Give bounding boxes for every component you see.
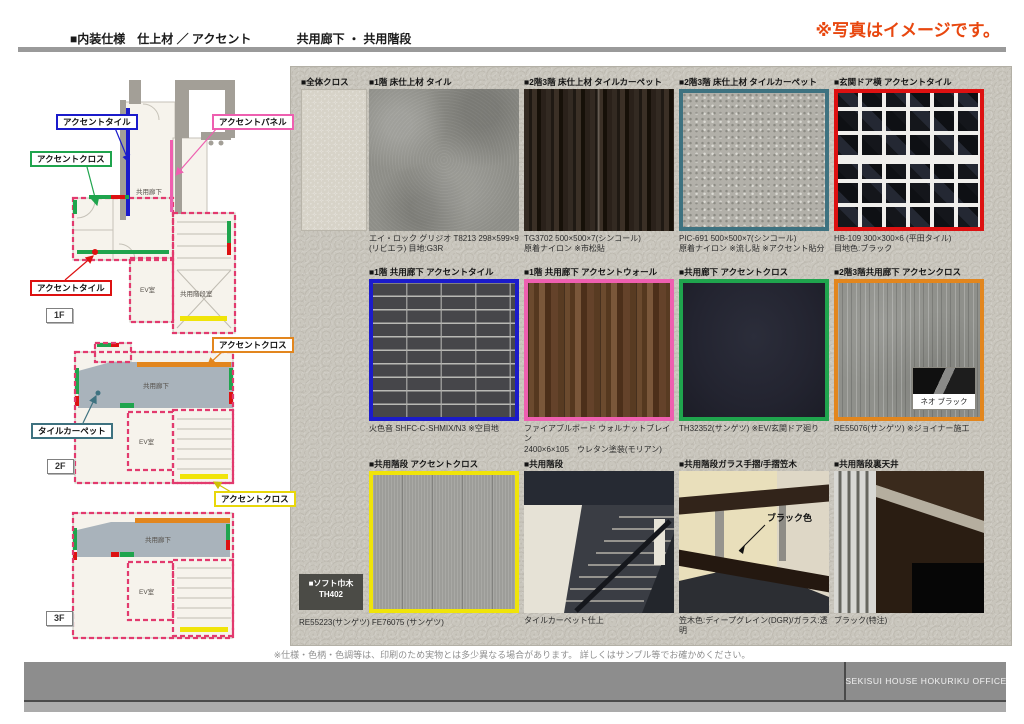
swatch-header: ■全体クロス — [301, 77, 367, 89]
handrail-illustration: ブラック色 — [679, 471, 829, 613]
callout-tile-carpet: タイルカーペット — [31, 423, 113, 439]
photo-stair-ceiling — [834, 471, 984, 613]
floor-label-2f: 2F — [47, 459, 74, 474]
swatch-overall-cloth — [301, 89, 367, 231]
floor-plan-3f: 共用廊下 EV室 — [25, 508, 275, 655]
swatch-header: ■共用階段 アクセントクロス — [369, 459, 519, 471]
swatch-cell-handrail-photo: ■共用階段ガラス手摺/手摺笠木 ブラック色 笠木色:ディープグレイン(DGR)/… — [679, 459, 829, 637]
page-title-text: ■内装仕様 仕上材 ／ アクセント — [70, 32, 251, 46]
swatch-header: ■2階3階 床仕上材 タイルカーペット — [524, 77, 674, 89]
swatch-cell-2f3f-accent-cloth: ■2階3階共用廊下 アクセンクロス ネオ ブラック RE55076(サンゲツ) … — [834, 267, 984, 434]
callout-accent-cloth-orange: アクセントクロス — [212, 337, 294, 353]
accent-cloth-line-orange — [137, 362, 231, 367]
callout-accent-cloth-green: アクセントクロス — [30, 151, 112, 167]
swatch-header: ■1階 共用廊下 アクセントウォール — [524, 267, 674, 279]
swatch-caption: 笠木色:ディープグレイン(DGR)/ガラス:透明 — [679, 616, 829, 637]
swatch-header: ■玄関ドア横 アクセントタイル — [834, 77, 984, 89]
swatch-entrance-accent-tile — [834, 89, 984, 231]
swatch-cell-corridor-accent-wall: ■1階 共用廊下 アクセントウォール ファイアブルボード ウォルナットブレイン … — [524, 267, 674, 455]
swatch-caption: タイルカーペット仕上 — [524, 616, 674, 626]
header-divider — [18, 47, 1006, 52]
room-label-corridor-3f: 共用廊下 — [145, 535, 172, 544]
joiner-inset: ネオ ブラック — [913, 368, 975, 409]
callout-accent-cloth-yellow: アクセントクロス — [214, 491, 296, 507]
swatch-caption: エイ・ロック グリジオ T8213 298×599×9 (リビエラ) 目地:G3… — [369, 234, 519, 255]
room-label-ev-1f: EV室 — [140, 285, 156, 294]
room-label-ev-3f: EV室 — [139, 587, 155, 596]
photo-stairs — [524, 471, 674, 613]
soft-skirting-box: ■ソフト巾木 TH402 — [299, 574, 363, 610]
accent-panel-line-pink — [170, 140, 173, 212]
swatch-caption: PIC-691 500×500×7(シンコール) 原着ナイロン ※流し貼 ※アク… — [679, 234, 829, 255]
swatch-header: ■2階3階共用廊下 アクセンクロス — [834, 267, 984, 279]
swatch-caption: ブラック(特注) — [834, 616, 984, 626]
swatch-caption: HB-109 300×300×6 (平田タイル) 目地色:ブラック — [834, 234, 984, 255]
swatch-2f3f-tile-carpet-light — [679, 89, 829, 231]
swatch-header: ■共用階段 — [524, 459, 674, 471]
footer-strip — [24, 702, 1006, 712]
swatch-cell-stair-accent-cloth: ■共用階段 アクセントクロス — [369, 459, 519, 613]
swatch-caption: ファイアブルボード ウォルナットブレイン 2400×6×105 ウレタン塗装(モ… — [524, 424, 674, 455]
swatch-corridor-accent-cloth — [679, 279, 829, 421]
room-label-corridor-1f: 共用廊下 — [136, 187, 163, 196]
swatch-1f-corridor-accent-wall — [524, 279, 674, 421]
swatch-header: ■共用階段ガラス手摺/手摺笠木 — [679, 459, 829, 471]
swatch-cell-overall-cloth: ■全体クロス — [301, 77, 367, 231]
floor-label-1f: 1F — [46, 308, 73, 323]
swatch-caption: RE55223(サンゲツ) FE76075 (サンゲツ) — [299, 617, 531, 628]
room-label-stair-1f: 共用階段室 — [180, 289, 213, 298]
swatch-cell-corridor-accent-cloth: ■共用廊下 アクセントクロス TH32352(サンゲツ) ※EV/玄関ドア廻り — [679, 267, 829, 434]
accent-line-yellow — [180, 474, 228, 479]
material-panel: ■全体クロス ■1階 床仕上材 タイル エイ・ロック グリジオ T8213 29… — [290, 66, 1012, 646]
swatch-header: ■1階 共用廊下 アクセントタイル — [369, 267, 519, 279]
swatch-cell-corridor-accent-tile: ■1階 共用廊下 アクセントタイル 火色音 SHFC-C-SHMIX/N3 ※空… — [369, 267, 519, 434]
page-title: ■内装仕様 仕上材 ／ アクセント 共用廊下 ・ 共用階段 — [70, 30, 411, 47]
floor-label-3f: 3F — [46, 611, 73, 626]
stair-ceiling-illustration — [834, 471, 984, 613]
swatch-cell-stair-ceiling-photo: ■共用階段裏天井 ブラック(特注) — [834, 459, 984, 626]
swatch-2f3f-corridor-accent-cloth: ネオ ブラック — [834, 279, 984, 421]
swatch-header: ■2階3階 床仕上材 タイルカーペット — [679, 77, 829, 89]
callout-accent-panel: アクセントパネル — [212, 114, 294, 130]
swatch-cell-tile-carpet-light: ■2階3階 床仕上材 タイルカーペット PIC-691 500×500×7(シン… — [679, 77, 829, 255]
joiner-photo — [913, 368, 975, 394]
swatch-cell-1f-floor-tile: ■1階 床仕上材 タイル エイ・ロック グリジオ T8213 298×599×9… — [369, 77, 519, 255]
accent-line-yellow — [180, 316, 227, 321]
swatch-stair-accent-cloth — [369, 471, 519, 613]
swatch-caption: TH32352(サンゲツ) ※EV/玄関ドア廻り — [679, 424, 829, 434]
swatch-cell-tile-carpet-dark: ■2階3階 床仕上材 タイルカーペット TG3702 500×500×7(シンコ… — [524, 77, 674, 255]
callout-accent-tile-red: アクセントタイル — [30, 280, 112, 296]
room-label-corridor-2f: 共用廊下 — [143, 381, 170, 390]
callout-accent-tile-blue: アクセントタイル — [56, 114, 138, 130]
stairs-illustration — [524, 471, 674, 613]
photo-disclaimer: ※写真はイメージです。 — [816, 16, 1001, 41]
swatch-caption: TG3702 500×500×7(シンコール) 原着ナイロン ※市松貼 — [524, 234, 674, 255]
swatch-1f-corridor-accent-tile — [369, 279, 519, 421]
interior-spec-sheet: ■内装仕様 仕上材 ／ アクセント 共用廊下 ・ 共用階段 ※写真はイメージです… — [0, 0, 1024, 724]
photo-handrail: ブラック色 — [679, 471, 829, 613]
swatch-caption: 火色音 SHFC-C-SHMIX/N3 ※空目地 — [369, 424, 519, 434]
swatch-caption: RE55076(サンゲツ) ※ジョイナー施工 — [834, 424, 984, 434]
swatch-cell-entrance-tile: ■玄関ドア横 アクセントタイル HB-109 300×300×6 (平田タイル)… — [834, 77, 984, 255]
swatch-2f3f-tile-carpet-dark — [524, 89, 674, 231]
footer-office-name: SEKISUI HOUSE HOKURIKU OFFICE — [846, 662, 1006, 700]
handrail-annotation: ブラック色 — [767, 512, 812, 523]
swatch-1f-floor-tile — [369, 89, 519, 231]
room-label-ev-2f: EV室 — [139, 437, 155, 446]
footer-bar: SEKISUI HOUSE HOKURIKU OFFICE — [24, 662, 1006, 702]
swatch-header: ■1階 床仕上材 タイル — [369, 77, 519, 89]
swatch-cell-stair-photo: ■共用階段 タイルカー — [524, 459, 674, 626]
swatch-header: ■共用階段裏天井 — [834, 459, 984, 471]
swatch-header: ■共用廊下 アクセントクロス — [679, 267, 829, 279]
page-location-text: 共用廊下 ・ 共用階段 — [297, 32, 412, 46]
accent-line-yellow — [180, 627, 228, 632]
accent-cloth-line-orange — [135, 518, 230, 523]
joiner-label: ネオ ブラック — [913, 394, 975, 409]
